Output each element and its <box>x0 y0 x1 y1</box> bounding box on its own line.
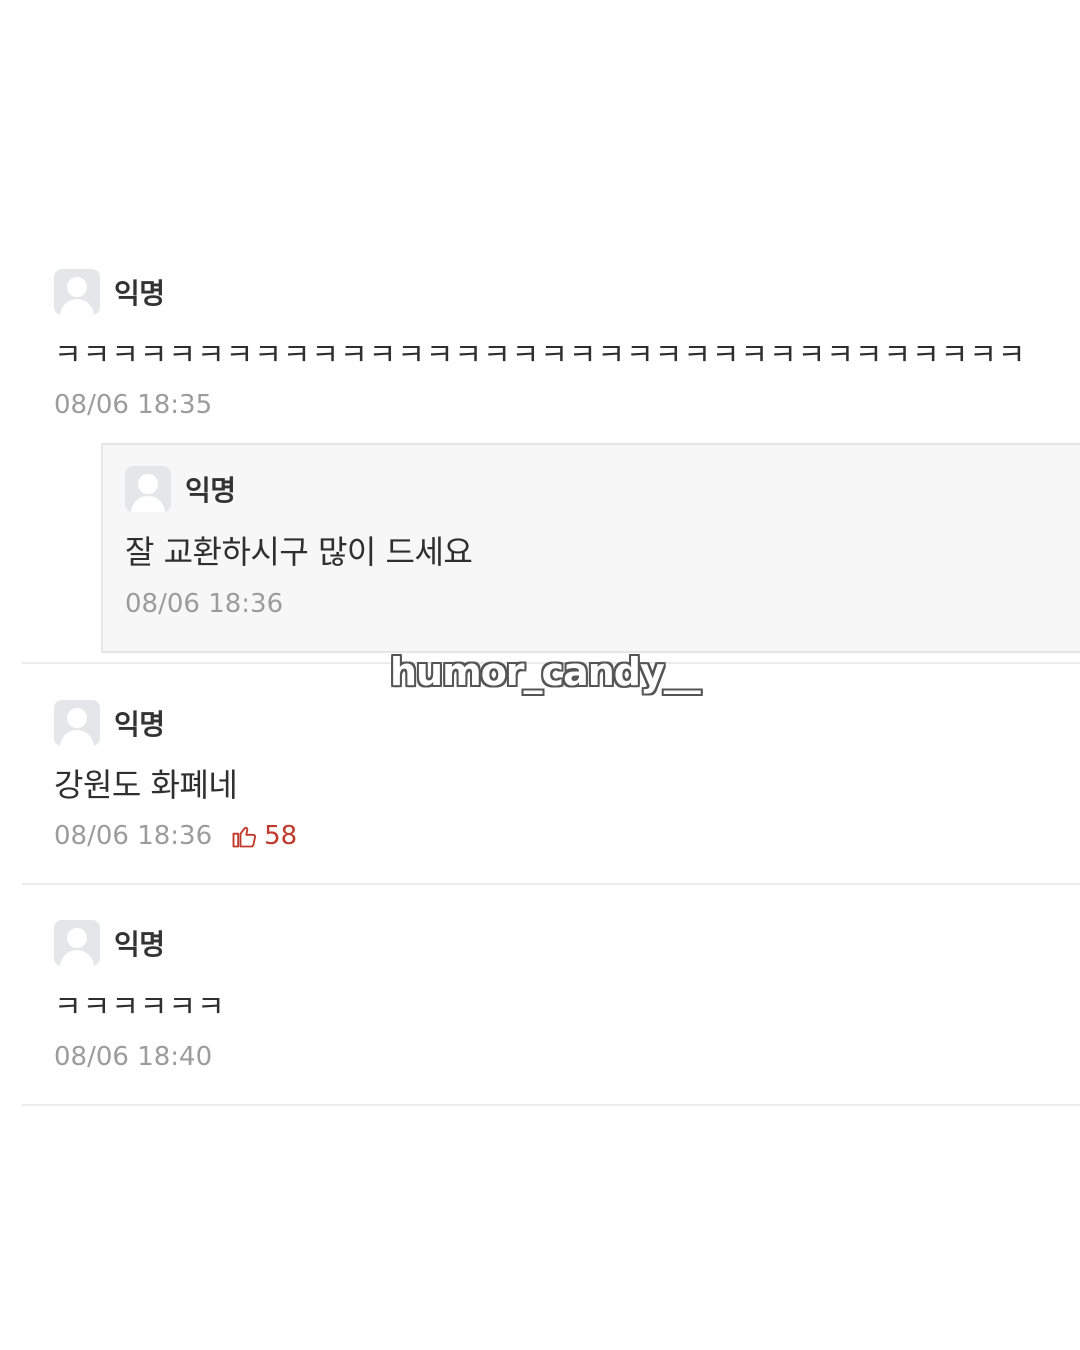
thumbs-up-icon <box>232 826 257 848</box>
comment-author[interactable]: 익명 <box>114 703 165 743</box>
comment-timestamp: 08/06 18:36 <box>54 821 213 851</box>
comment-author-row: 익명 <box>125 466 236 512</box>
user-avatar-icon[interactable] <box>125 466 171 512</box>
user-avatar-icon[interactable] <box>54 920 100 966</box>
comment-author-row: 익명 <box>54 920 165 966</box>
comment-author[interactable]: 익명 <box>114 272 165 312</box>
comment-meta: 08/06 18:36 <box>125 589 283 619</box>
comment-meta: 08/06 18:40 <box>54 1042 212 1072</box>
comment-author[interactable]: 익명 <box>114 923 165 963</box>
user-avatar-icon[interactable] <box>54 700 100 746</box>
comment-text: 잘 교환하시구 많이 드세요 <box>125 533 473 571</box>
comment-text: ㅋㅋㅋㅋㅋㅋㅋㅋㅋㅋㅋㅋㅋㅋㅋㅋㅋㅋㅋㅋㅋㅋㅋㅋㅋㅋㅋㅋㅋㅋㅋㅋㅋㅋ <box>54 338 1027 373</box>
comment-divider <box>22 1104 1080 1106</box>
comment-author-row: 익명 <box>54 700 165 746</box>
comment-timestamp: 08/06 18:40 <box>54 1042 213 1072</box>
comment-text: 강원도 화폐네 <box>54 766 238 804</box>
comment-timestamp: 08/06 18:35 <box>54 390 213 420</box>
comment-meta: 08/06 18:35 <box>54 390 212 420</box>
vote-count: 58 <box>264 821 298 851</box>
comment-divider <box>22 883 1080 885</box>
comment-timestamp: 08/06 18:36 <box>125 589 284 619</box>
comment-author[interactable]: 익명 <box>185 469 236 509</box>
watermark-text: humor_candy__ <box>390 650 701 694</box>
user-avatar-icon[interactable] <box>54 269 100 315</box>
vote-button[interactable]: 58 <box>230 821 297 851</box>
comment-text: ㅋㅋㅋㅋㅋㅋ <box>54 990 226 1025</box>
comment-author-row: 익명 <box>54 269 165 315</box>
comment-meta: 08/06 18:36 58 <box>54 821 297 851</box>
